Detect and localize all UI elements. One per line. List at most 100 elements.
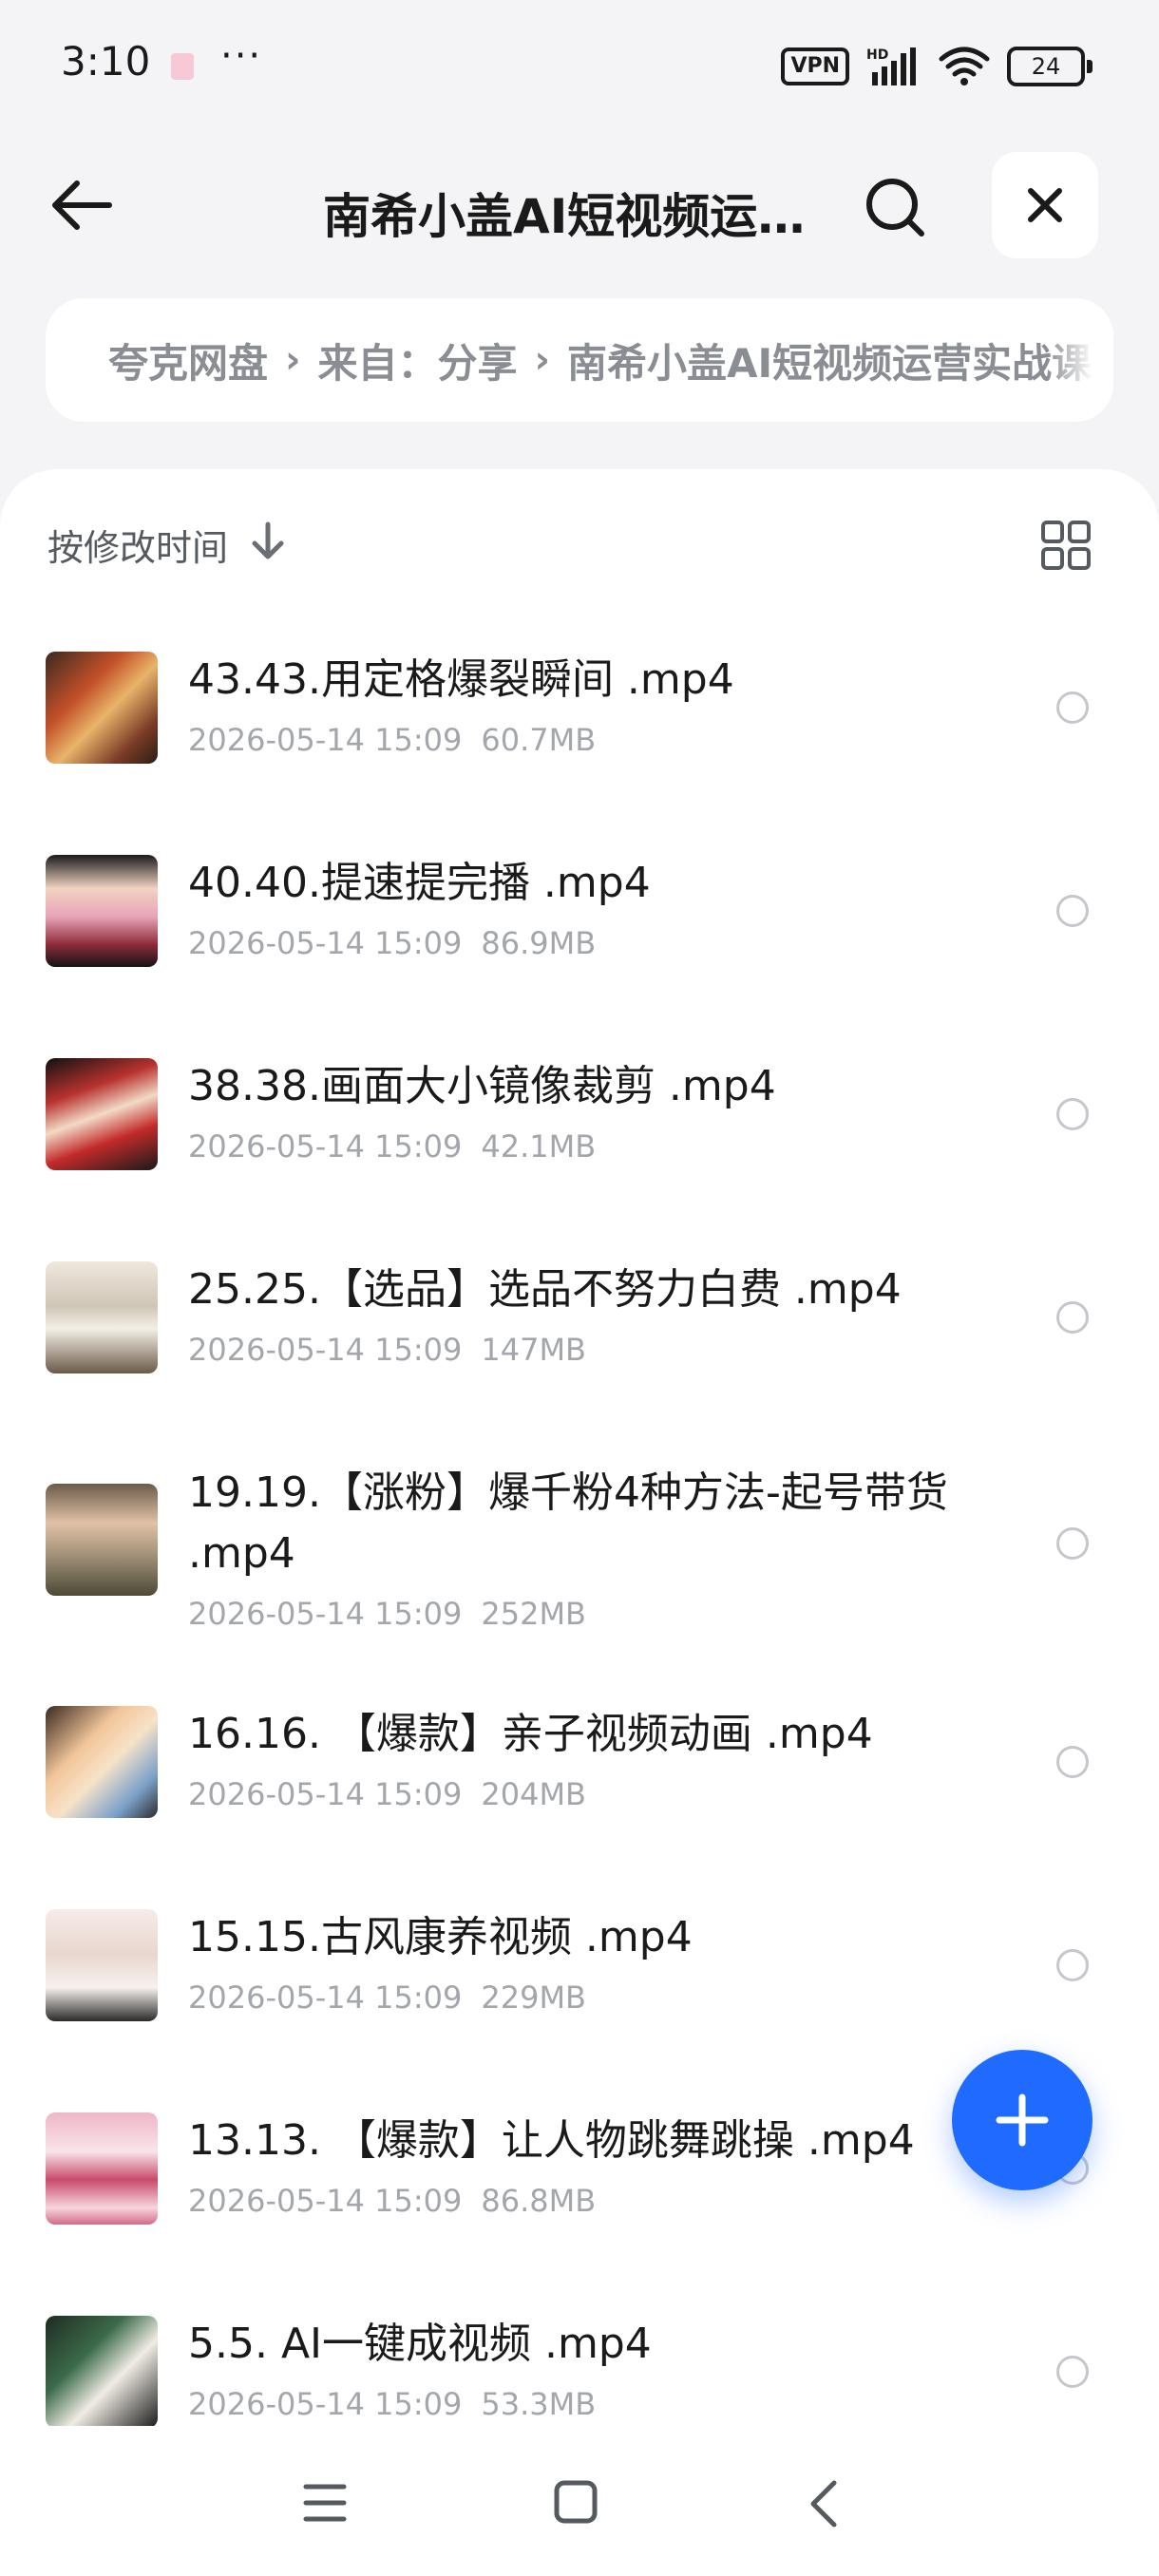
file-name: 15.15.古风康养视频 .mp4 [188,1913,693,1961]
file-name: 43.43.用定格爆裂瞬间 .mp4 [188,655,734,704]
sort-descending-icon[interactable] [249,521,287,562]
select-checkbox[interactable] [1056,1301,1089,1334]
file-name: 40.40.提速提完播 .mp4 [188,859,651,907]
file-name: 25.25.【选品】选品不努力白费 .mp4 [188,1265,902,1314]
select-checkbox[interactable] [1056,1527,1089,1560]
file-date: 2026-05-14 15:09 [188,1128,463,1165]
file-size: 86.8MB [481,2183,597,2219]
video-thumbnail [46,855,158,967]
battery-level: 24 [1007,47,1085,86]
header: 南希小盖AI短视频运营实战课 [0,142,1159,266]
file-date: 2026-05-14 15:09 [188,1596,463,1632]
file-size: 229MB [481,1979,586,2016]
file-name: 38.38.画面大小镜像裁剪 .mp4 [188,1062,776,1110]
file-row[interactable]: 43.43.用定格爆裂瞬间 .mp4 2026-05-14 15:09 60.7M… [0,640,1159,843]
select-checkbox[interactable] [1056,1949,1089,1981]
file-meta: 2026-05-14 15:09 86.8MB [188,2183,596,2219]
system-nav-bar [0,2432,1159,2576]
file-date: 2026-05-14 15:09 [188,1332,463,1368]
file-date: 2026-05-14 15:09 [188,2386,463,2422]
file-row[interactable]: 25.25.【选品】选品不努力白费 .mp4 2026-05-14 15:09 1… [0,1250,1159,1453]
battery-tip [1087,60,1092,73]
breadcrumb-path: 夸克网盘 › 来自：分享 › 南希小盖AI短视频运营实战课 [108,298,1092,422]
hd-signal-icon: HD [866,47,916,85]
video-thumbnail [46,1484,158,1596]
file-date: 2026-05-14 15:09 [188,2183,463,2219]
select-checkbox[interactable] [1056,1098,1089,1130]
select-checkbox[interactable] [1056,1746,1089,1778]
file-meta: 2026-05-14 15:09 252MB [188,1596,586,1632]
file-size: 53.3MB [481,2386,597,2422]
close-icon [1028,188,1062,222]
breadcrumb-item-share[interactable]: 来自：分享 [318,331,518,389]
search-icon [866,179,924,237]
back-arrow-icon [52,180,112,230]
file-size: 147MB [481,1332,586,1368]
video-thumbnail [46,1909,158,2021]
file-meta: 2026-05-14 15:09 204MB [188,1776,586,1812]
video-thumbnail [46,2112,158,2225]
file-name: 16.16. 【爆款】亲子视频动画 .mp4 [188,1710,873,1758]
app-notification-icon [171,53,194,80]
status-icons: VPN HD 24 [781,44,1092,89]
close-button[interactable] [992,152,1098,258]
menu-icon[interactable] [302,2481,348,2525]
breadcrumb-fade [1047,298,1113,422]
file-meta: 2026-05-14 15:09 229MB [188,1979,586,2016]
select-checkbox[interactable] [1056,895,1089,927]
grid-view-icon[interactable] [1039,519,1092,572]
file-name: 19.19.【涨粉】爆千粉4种方法-起号带货 .mp4 [188,1468,948,1578]
video-thumbnail [46,1261,158,1373]
breadcrumb-item-folder[interactable]: 南希小盖AI短视频运营实战课 [567,331,1092,389]
status-bar: 3:10 ··· VPN HD 24 [0,0,1159,133]
wifi-icon [939,47,990,85]
file-date: 2026-05-14 15:09 [188,1979,463,2016]
page-title: 南希小盖AI短视频运营实战课 [323,189,817,244]
file-date: 2026-05-14 15:09 [188,1776,463,1812]
add-button[interactable] [952,2050,1092,2190]
back-button[interactable] [42,171,122,239]
app-screen: 3:10 ··· VPN HD 24 南希小盖AI短视频运营 夸克网盘 › 来自… [0,0,1159,2576]
file-row[interactable]: 40.40.提速提完播 .mp4 2026-05-14 15:09 86.9MB [0,843,1159,1047]
file-meta: 2026-05-14 15:09 53.3MB [188,2386,596,2422]
vpn-badge: VPN [781,47,849,85]
video-thumbnail [46,1058,158,1170]
breadcrumb-separator: › [285,338,301,382]
search-button[interactable] [855,167,935,247]
video-thumbnail [46,2316,158,2426]
file-row[interactable]: 16.16. 【爆款】亲子视频动画 .mp4 2026-05-14 15:09 2… [0,1695,1159,1898]
video-thumbnail [46,1706,158,1818]
file-meta: 2026-05-14 15:09 147MB [188,1332,586,1368]
file-size: 42.1MB [481,1128,597,1165]
status-time: 3:10 [61,38,151,85]
file-date: 2026-05-14 15:09 [188,722,463,758]
select-checkbox[interactable] [1056,2356,1089,2388]
file-meta: 2026-05-14 15:09 42.1MB [188,1128,596,1165]
file-meta: 2026-05-14 15:09 60.7MB [188,722,596,758]
file-row[interactable]: 38.38.画面大小镜像裁剪 .mp4 2026-05-14 15:09 42.1… [0,1047,1159,1250]
video-thumbnail [46,652,158,764]
sort-button[interactable]: 按修改时间 [48,519,228,571]
file-size: 252MB [481,1596,586,1632]
home-square-icon[interactable] [553,2479,598,2525]
file-row[interactable]: 19.19.【涨粉】爆千粉4种方法-起号带货 .mp4 2026-05-14 1… [0,1453,1159,1695]
select-checkbox[interactable] [1056,691,1089,724]
sort-bar: 按修改时间 [0,469,1159,612]
svg-text:HD: HD [866,47,888,63]
file-row[interactable]: 5.5. AI一键成视频 .mp4 2026-05-14 15:09 53.3MB [0,2304,1159,2426]
back-chevron-icon[interactable] [806,2479,844,2529]
file-name: 5.5. AI一键成视频 .mp4 [188,2320,652,2368]
file-size: 204MB [481,1776,586,1812]
breadcrumb: 夸克网盘 › 来自：分享 › 南希小盖AI短视频运营实战课 [46,298,1113,422]
plus-icon [996,2093,1049,2147]
battery-icon: 24 [1007,47,1092,86]
breadcrumb-item-root[interactable]: 夸克网盘 [108,331,268,389]
file-name: 13.13. 【爆款】让人物跳舞跳操 .mp4 [188,2116,915,2165]
file-list-panel: 按修改时间 43.43.用定格爆裂瞬间 .mp4 2026-05-14 15:0… [0,469,1159,2576]
file-date: 2026-05-14 15:09 [188,925,463,961]
more-notifications-icon: ··· [220,34,263,78]
breadcrumb-separator: › [534,338,550,382]
file-meta: 2026-05-14 15:09 86.9MB [188,925,596,961]
file-size: 60.7MB [481,722,597,758]
file-size: 86.9MB [481,925,597,961]
